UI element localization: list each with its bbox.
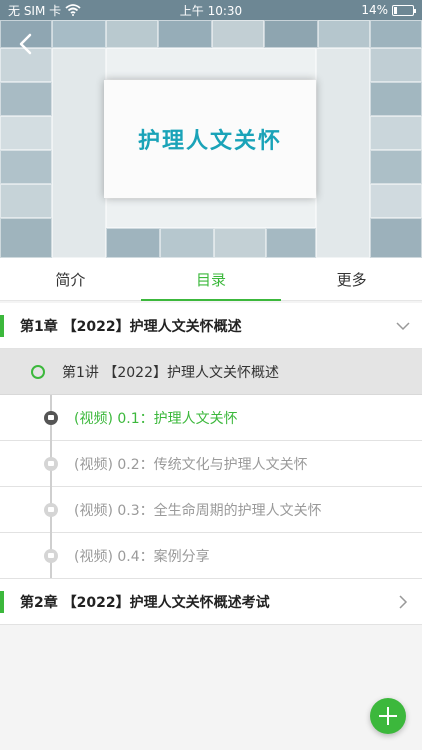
video-item-4[interactable]: (视频) 0.4：案例分享 — [0, 533, 422, 579]
carrier-label: 无 SIM 卡 — [8, 3, 62, 18]
photo-tile — [318, 20, 370, 48]
chapter-row-1[interactable]: 第1章 【2022】护理人文关怀概述 — [0, 303, 422, 349]
chapter-row-2[interactable]: 第2章 【2022】护理人文关怀概述考试 — [0, 579, 422, 625]
video-item-1[interactable]: (视频) 0.1：护理人文关怀 — [0, 395, 422, 441]
tab-more[interactable]: 更多 — [281, 258, 422, 300]
photo-tile — [370, 82, 422, 116]
photo-tile — [370, 20, 422, 48]
chevron-down-icon — [396, 322, 410, 331]
photo-tile — [266, 228, 316, 258]
tab-intro[interactable]: 简介 — [0, 258, 141, 300]
video-label: (视频) 0.3：全生命周期的护理人文关怀 — [74, 502, 322, 519]
video-banner[interactable]: 护理人文关怀 — [0, 0, 422, 258]
video-play-icon — [44, 457, 58, 471]
chapter-accent-bar — [0, 315, 4, 337]
photo-tile — [0, 218, 52, 258]
photo-tile — [52, 48, 106, 258]
photo-tile — [160, 228, 214, 258]
chapter-accent-bar — [0, 591, 4, 613]
photo-tile — [0, 82, 52, 116]
video-label: (视频) 0.4：案例分享 — [74, 548, 210, 565]
photo-tile — [370, 48, 422, 82]
photo-tile — [214, 228, 266, 258]
tab-catalog[interactable]: 目录 — [140, 258, 282, 301]
photo-tile — [52, 20, 106, 48]
photo-tile — [264, 20, 318, 48]
add-button[interactable] — [370, 698, 406, 734]
video-play-icon — [44, 411, 58, 425]
photo-tile — [158, 20, 212, 48]
banner-title-panel: 护理人文关怀 — [104, 80, 316, 198]
back-icon — [19, 33, 32, 55]
video-item-2[interactable]: (视频) 0.2：传统文化与护理人文关怀 — [0, 441, 422, 487]
photo-tile — [106, 48, 316, 80]
photo-tile — [212, 20, 264, 48]
video-item-3[interactable]: (视频) 0.3：全生命周期的护理人文关怀 — [0, 487, 422, 533]
photo-tile — [316, 48, 370, 258]
chapter-label: 第1章 【2022】护理人文关怀概述 — [20, 318, 242, 335]
lecture-row[interactable]: 第1讲 【2022】护理人文关怀概述 — [0, 349, 422, 395]
wifi-icon — [65, 4, 81, 16]
battery-icon — [392, 4, 416, 16]
video-label: (视频) 0.1：护理人文关怀 — [74, 410, 238, 427]
video-play-icon — [44, 503, 58, 517]
photo-tile — [370, 218, 422, 258]
photo-tile — [106, 198, 316, 228]
photo-tile — [370, 184, 422, 218]
battery-percent: 14% — [361, 3, 388, 17]
video-label: (视频) 0.2：传统文化与护理人文关怀 — [74, 456, 308, 473]
banner-title: 护理人文关怀 — [137, 129, 282, 154]
photo-tile — [106, 228, 160, 258]
photo-tile — [0, 150, 52, 184]
lecture-circle-icon — [31, 365, 45, 379]
lecture-label: 第1讲 【2022】护理人文关怀概述 — [62, 364, 279, 381]
photo-tile — [370, 116, 422, 150]
photo-tile — [370, 150, 422, 184]
chevron-right-icon — [399, 595, 408, 609]
photo-tile — [0, 184, 52, 218]
video-play-icon — [44, 549, 58, 563]
back-button[interactable] — [14, 32, 38, 56]
chapter-label: 第2章 【2022】护理人文关怀概述考试 — [20, 594, 270, 611]
photo-tile — [106, 20, 158, 48]
tab-bar: 简介 目录 更多 — [0, 258, 422, 301]
status-bar: 无 SIM 卡 上午 10:30 14% — [0, 0, 422, 20]
photo-tile — [0, 116, 52, 150]
